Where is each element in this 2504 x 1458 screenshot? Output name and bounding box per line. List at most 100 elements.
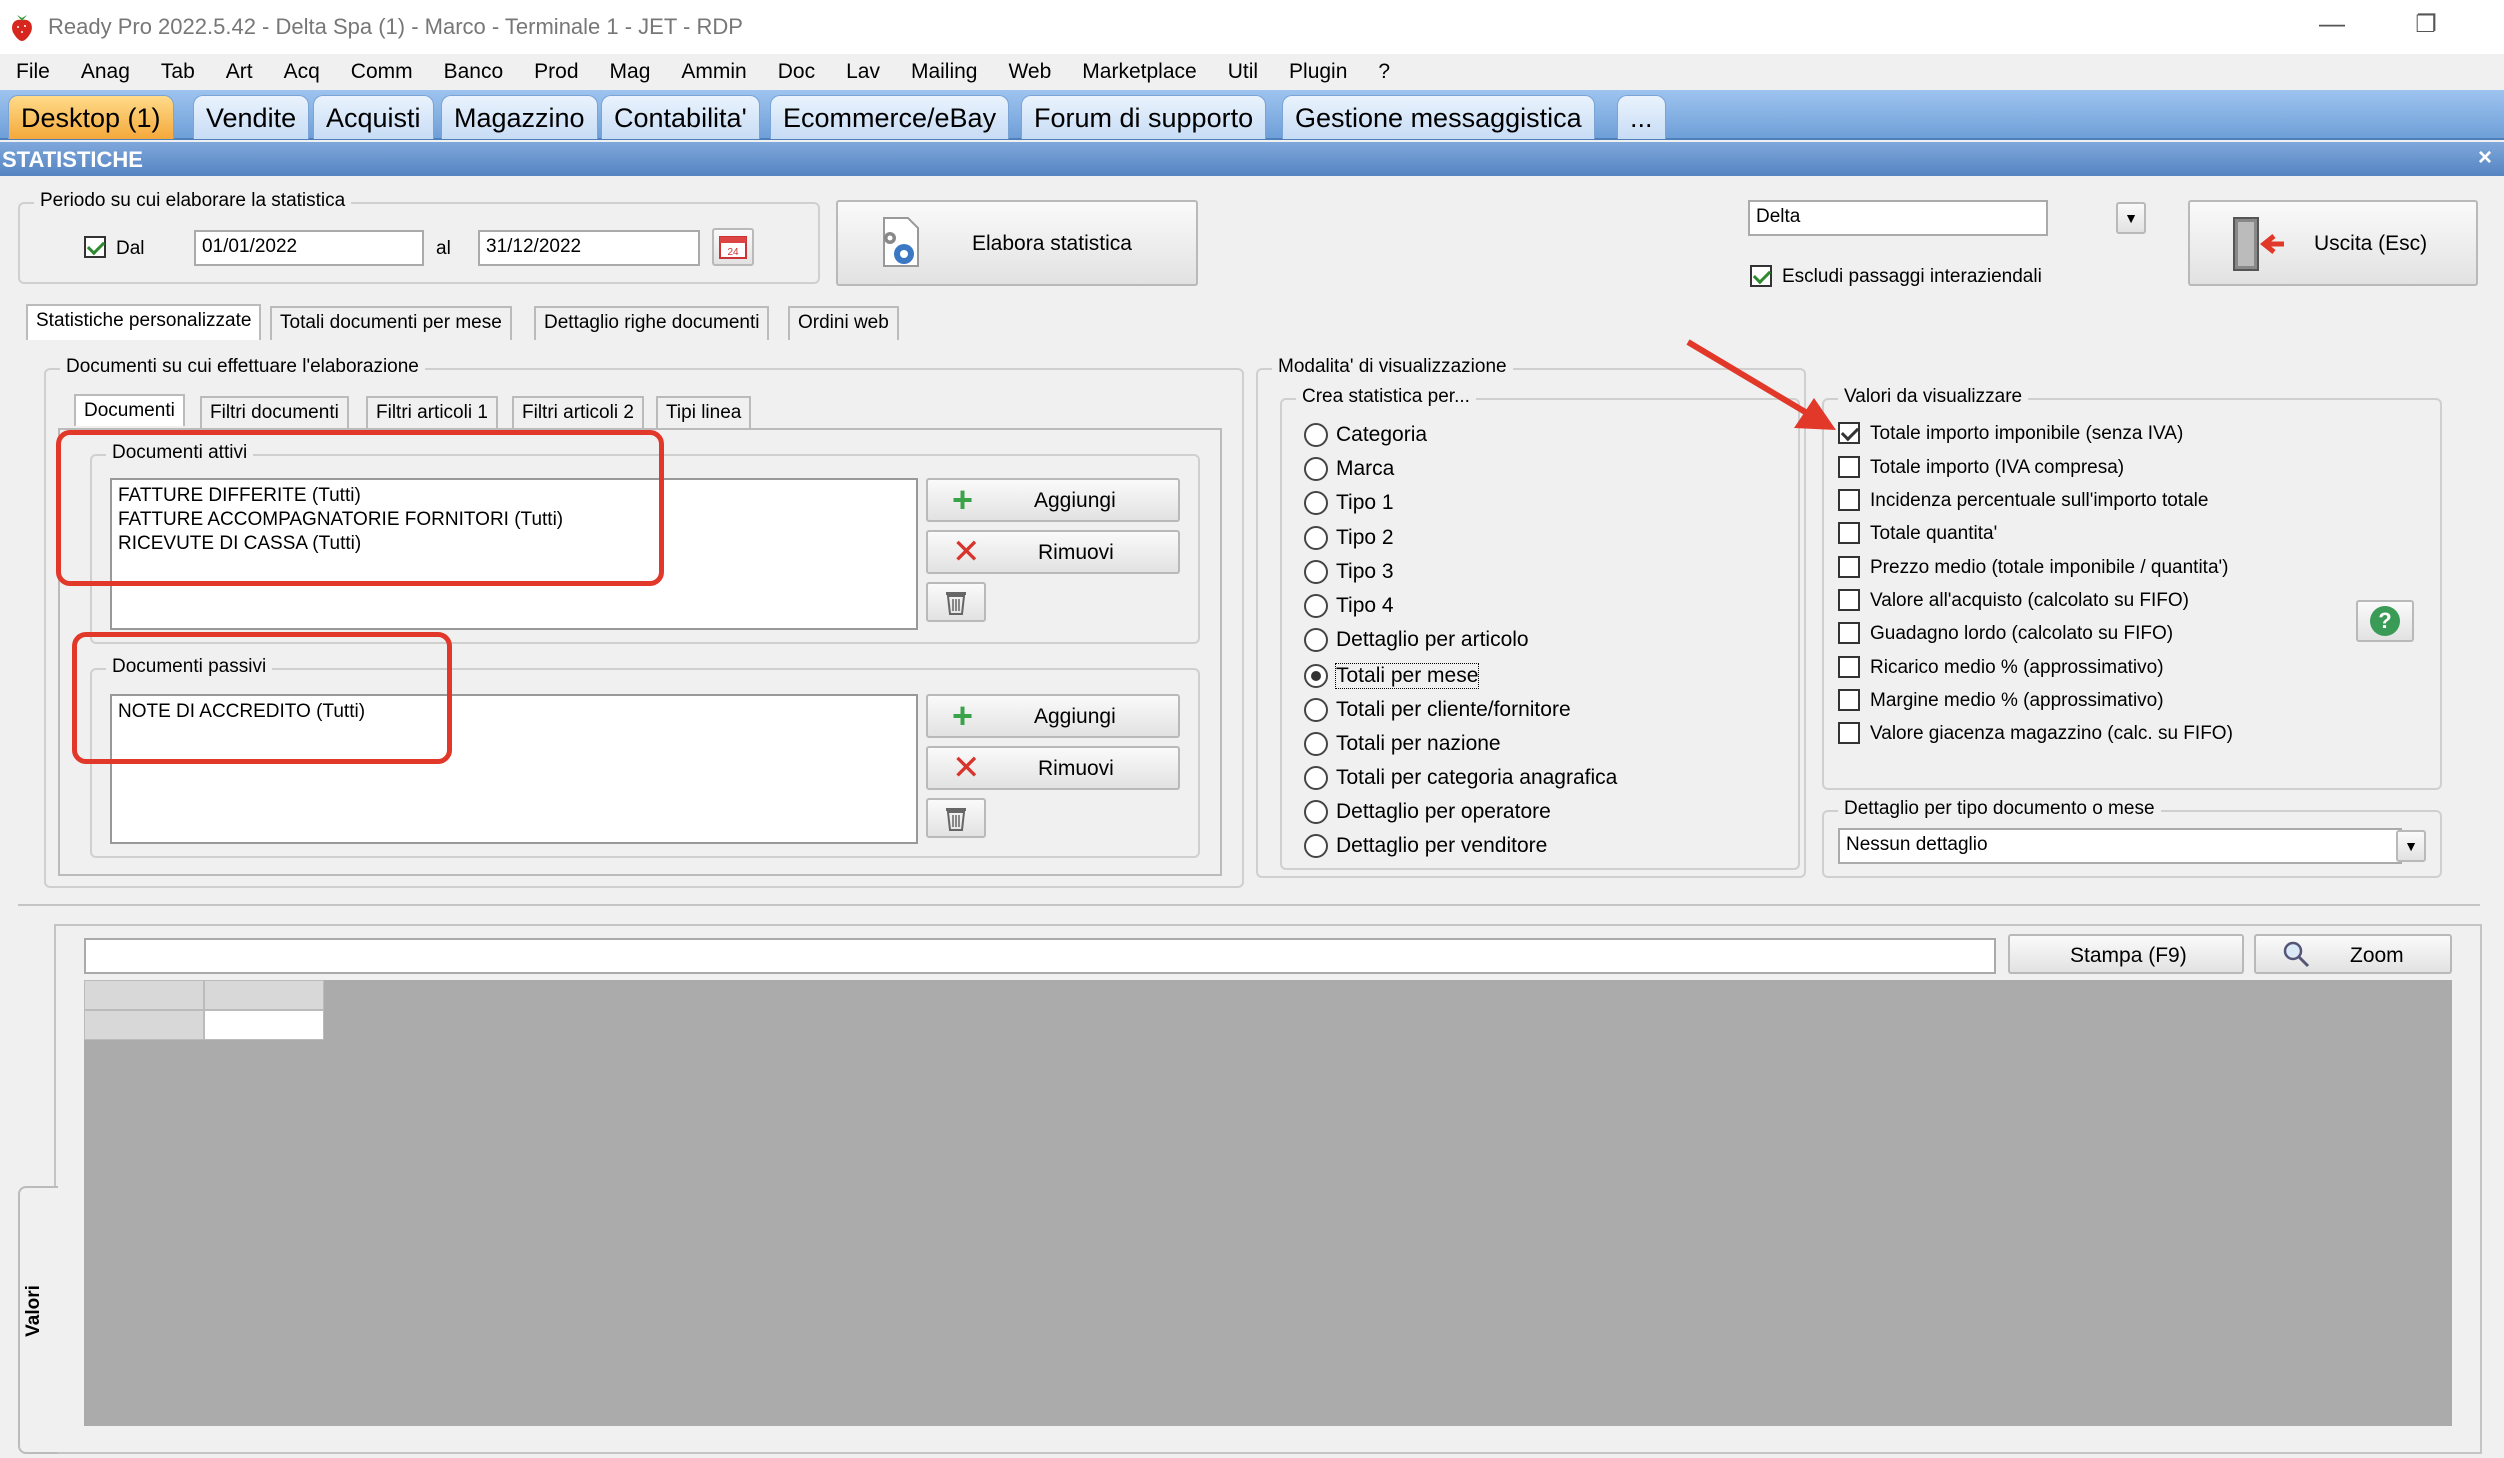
menu-util[interactable]: Util [1228, 60, 1258, 84]
to-date-field[interactable]: 31/12/2022 [478, 230, 700, 266]
menu-file[interactable]: File [16, 60, 50, 84]
exclude-interaziendali-checkbox[interactable] [1750, 265, 1772, 287]
tab-dettaglio-righe[interactable]: Dettaglio righe documenti [534, 306, 770, 340]
value-quantita-checkbox[interactable] [1838, 522, 1860, 544]
tab-forum[interactable]: Forum di supporto [1021, 95, 1267, 139]
radio-tipo-2-label: Tipo 2 [1336, 526, 1394, 549]
menu-help[interactable]: ? [1378, 60, 1390, 84]
radio-tipo-4[interactable] [1304, 594, 1328, 618]
tab-documenti[interactable]: Documenti [74, 394, 185, 426]
period-group: Periodo su cui elaborare la statistica D… [18, 190, 820, 284]
side-tab-valori[interactable]: Valori [18, 1186, 58, 1454]
menu-bar: File Anag Tab Art Acq Comm Banco Prod Ma… [0, 54, 2504, 90]
value-guadagno-checkbox[interactable] [1838, 622, 1860, 644]
divider [18, 904, 2480, 906]
active-remove-button[interactable]: ✕ Rimuovi [926, 530, 1180, 574]
tab-filtri-documenti[interactable]: Filtri documenti [200, 396, 349, 428]
menu-anag[interactable]: Anag [81, 60, 130, 84]
radio-dettaglio-venditore[interactable] [1304, 834, 1328, 858]
minimize-button[interactable]: — [2312, 8, 2352, 48]
tab-acquisti[interactable]: Acquisti [313, 95, 434, 139]
value-giacenza-checkbox[interactable] [1838, 722, 1860, 744]
help-button[interactable]: ? [2356, 600, 2414, 642]
value-acquisto-checkbox[interactable] [1838, 589, 1860, 611]
zoom-button[interactable]: Zoom [2254, 934, 2452, 974]
menu-tab[interactable]: Tab [161, 60, 195, 84]
menu-web[interactable]: Web [1008, 60, 1051, 84]
radio-tipo-3[interactable] [1304, 560, 1328, 584]
radio-tipo-4-label: Tipo 4 [1336, 594, 1394, 617]
radio-dettaglio-articolo[interactable] [1304, 628, 1328, 652]
active-delete-button[interactable] [926, 582, 986, 622]
value-totale-iva-checkbox[interactable] [1838, 456, 1860, 478]
company-select[interactable]: Delta [1748, 200, 2048, 236]
tab-contabilita[interactable]: Contabilita' [601, 95, 760, 139]
tab-messaggistica[interactable]: Gestione messaggistica [1282, 95, 1595, 139]
grid-cell[interactable] [204, 1010, 324, 1040]
radio-totali-mese[interactable] [1304, 664, 1328, 688]
menu-art[interactable]: Art [226, 60, 253, 84]
radio-totali-nazione[interactable] [1304, 732, 1328, 756]
elabora-statistica-button[interactable]: Elabora statistica [836, 200, 1198, 286]
restore-button[interactable]: ❐ [2406, 10, 2446, 50]
remove-x-icon: ✕ [952, 533, 981, 571]
radio-tipo-1[interactable] [1304, 491, 1328, 515]
passive-add-button[interactable]: + Aggiungi [926, 694, 1180, 738]
exit-label: Uscita (Esc) [2314, 232, 2428, 255]
tab-more[interactable]: ... [1617, 95, 1666, 139]
values-group-title: Valori da visualizzare [1838, 386, 2029, 408]
value-prezzo-medio-checkbox[interactable] [1838, 556, 1860, 578]
tab-statistiche-personalizzate[interactable]: Statistiche personalizzate [26, 304, 262, 340]
close-icon[interactable]: × [2478, 144, 2492, 172]
menu-mag[interactable]: Mag [610, 60, 651, 84]
annotation-arrow-icon [1686, 339, 1836, 430]
tab-ecommerce[interactable]: Ecommerce/eBay [770, 95, 1010, 139]
print-button[interactable]: Stampa (F9) [2008, 934, 2244, 974]
section-title: STATISTICHE [2, 147, 143, 172]
radio-tipo-3-label: Tipo 3 [1336, 560, 1394, 583]
tab-ordini-web[interactable]: Ordini web [788, 306, 899, 340]
passive-remove-button[interactable]: ✕ Rimuovi [926, 746, 1180, 790]
value-incidenza-checkbox[interactable] [1838, 489, 1860, 511]
company-select-dropdown[interactable]: ▼ [2116, 202, 2146, 234]
menu-prod[interactable]: Prod [534, 60, 578, 84]
radio-dettaglio-operatore[interactable] [1304, 800, 1328, 824]
exit-button[interactable]: Uscita (Esc) [2188, 200, 2478, 286]
menu-mailing[interactable]: Mailing [911, 60, 978, 84]
tab-vendite[interactable]: Vendite [193, 95, 310, 139]
tab-filtri-articoli-2[interactable]: Filtri articoli 2 [512, 396, 644, 428]
active-add-button[interactable]: + Aggiungi [926, 478, 1180, 522]
menu-lav[interactable]: Lav [846, 60, 880, 84]
tab-totali-documenti-mese[interactable]: Totali documenti per mese [270, 306, 512, 340]
tab-magazzino[interactable]: Magazzino [441, 95, 598, 139]
menu-plugin[interactable]: Plugin [1289, 60, 1347, 84]
from-date-field[interactable]: 01/01/2022 [194, 230, 424, 266]
detail-select[interactable]: Nessun dettaglio [1838, 828, 2402, 864]
calendar-button[interactable]: 24 [712, 228, 754, 266]
radio-totali-cliente[interactable] [1304, 698, 1328, 722]
value-quantita-label: Totale quantita' [1870, 523, 1998, 544]
menu-doc[interactable]: Doc [778, 60, 815, 84]
radio-categoria[interactable] [1304, 423, 1328, 447]
passive-delete-button[interactable] [926, 798, 986, 838]
plus-icon: + [952, 695, 974, 736]
radio-dettaglio-venditore-label: Dettaglio per venditore [1336, 834, 1548, 857]
menu-acq[interactable]: Acq [284, 60, 320, 84]
tab-tipi-linea[interactable]: Tipi linea [656, 396, 752, 428]
radio-marca[interactable] [1304, 457, 1328, 481]
value-ricarico-checkbox[interactable] [1838, 656, 1860, 678]
value-margine-checkbox[interactable] [1838, 689, 1860, 711]
radio-tipo-2[interactable] [1304, 526, 1328, 550]
menu-ammin[interactable]: Ammin [681, 60, 746, 84]
results-grid[interactable] [84, 980, 2452, 1426]
menu-banco[interactable]: Banco [444, 60, 504, 84]
results-filter-input[interactable] [84, 938, 1996, 974]
menu-comm[interactable]: Comm [351, 60, 413, 84]
menu-marketplace[interactable]: Marketplace [1082, 60, 1196, 84]
from-date-checkbox[interactable] [84, 236, 106, 258]
tab-desktop[interactable]: Desktop (1) [8, 95, 174, 139]
radio-totali-categoria-anagrafica[interactable] [1304, 766, 1328, 790]
tab-filtri-articoli-1[interactable]: Filtri articoli 1 [366, 396, 498, 428]
detail-select-dropdown[interactable]: ▼ [2396, 830, 2426, 862]
radio-totali-categoria-anagrafica-label: Totali per categoria anagrafica [1336, 766, 1618, 789]
